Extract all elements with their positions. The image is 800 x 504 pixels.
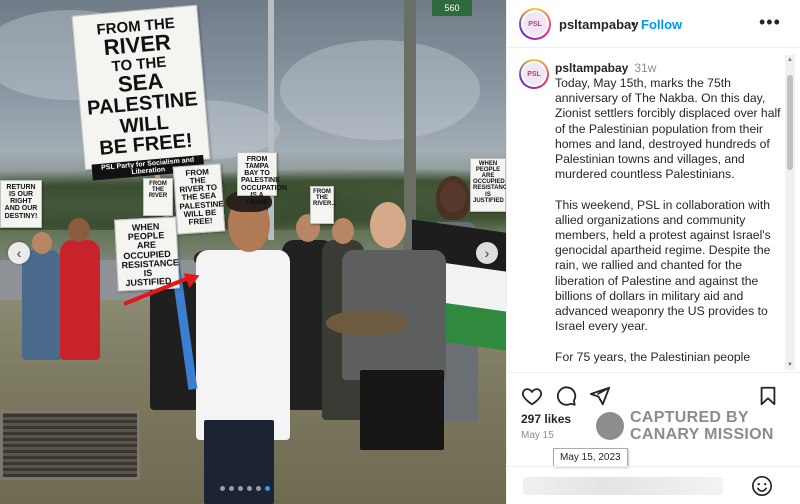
comment-bar — [507, 466, 800, 504]
carousel-dot — [229, 486, 234, 491]
canary-logo-icon — [596, 412, 624, 440]
comment-icon[interactable] — [555, 385, 577, 407]
caption-header: psltampabay 31w — [555, 61, 656, 75]
post-header: PSL psltampabay • Follow ••• — [507, 0, 800, 48]
avatar-logo: PSL — [523, 12, 547, 36]
protest-sign-main: FROM THE RIVER TO THE SEA PALESTINE WILL… — [71, 4, 211, 181]
comment-input[interactable] — [523, 477, 723, 495]
protester-head — [332, 218, 354, 244]
storm-drain — [0, 410, 140, 480]
likes-count[interactable]: 297 likes — [521, 412, 571, 426]
header-username[interactable]: psltampabay — [559, 17, 638, 32]
protester-head — [68, 218, 90, 242]
caption-area[interactable]: PSL psltampabay 31w Today, May 15th, mark… — [507, 49, 800, 369]
post-date[interactable]: May 15 — [521, 430, 554, 441]
protester-pants — [204, 420, 274, 504]
avatar[interactable]: PSL — [519, 8, 551, 40]
scroll-up-icon[interactable]: ▲ — [786, 57, 794, 63]
carousel-next-button[interactable]: › — [476, 242, 498, 264]
more-options-icon[interactable]: ••• — [759, 12, 781, 33]
frame-drum — [326, 310, 408, 336]
protest-sign-occupied: WHEN PEOPLE ARE OCCUPIED RESISTANCE IS J… — [114, 216, 180, 292]
post-time-ago[interactable]: 31w — [634, 61, 656, 75]
protester-head — [32, 232, 52, 254]
protester — [60, 240, 100, 360]
protest-sign-tampa: FROM TAMPA BAY TO PALESTINE OCCUPATION I… — [237, 152, 287, 206]
canary-mission-watermark: CAPTURED BY CANARY MISSION — [596, 408, 796, 448]
protester-head — [370, 202, 406, 248]
cloud — [280, 40, 480, 140]
caption-avatar[interactable]: PSL — [519, 59, 549, 89]
protest-sign-right: WHEN PEOPLE ARE OCCUPIED RESISTANCE IS J… — [470, 158, 506, 212]
carousel-prev-button[interactable]: ‹ — [8, 242, 30, 264]
protest-sign-river: FROM THE RIVER TO THE SEA PALESTINE WILL… — [172, 163, 226, 235]
share-icon[interactable] — [589, 385, 611, 407]
protester — [196, 250, 290, 440]
heart-icon[interactable] — [521, 385, 543, 407]
protest-sign-small: FROM THE RIVER... — [310, 186, 336, 224]
scroll-down-icon[interactable]: ▼ — [786, 362, 794, 368]
watermark-text: CAPTURED BY CANARY MISSION — [630, 409, 774, 443]
carousel-dots — [220, 486, 270, 491]
post-caption: Today, May 15th, marks the 75th annivers… — [555, 76, 781, 364]
emoji-icon[interactable] — [751, 475, 773, 497]
carousel-dot — [220, 486, 225, 491]
carousel-dot — [256, 486, 261, 491]
protester-shorts — [360, 370, 444, 450]
scrollbar-thumb[interactable] — [787, 75, 793, 170]
protest-sign-far: FROM THE RIVER — [143, 178, 173, 216]
protester — [22, 250, 62, 360]
bookmark-icon[interactable] — [757, 385, 779, 407]
protest-sign-return: RETURN IS OUR RIGHT AND OUR DESTINY! — [0, 180, 42, 228]
avatar-logo: PSL — [523, 63, 545, 85]
date-tooltip: May 15, 2023 — [553, 448, 628, 467]
protester-hair — [436, 176, 470, 220]
follow-button[interactable]: Follow — [641, 17, 682, 32]
caption-username[interactable]: psltampabay — [555, 61, 628, 75]
street-sign: 560 — [432, 0, 472, 16]
carousel-dot — [247, 486, 252, 491]
header-separator: • — [631, 16, 636, 31]
carousel-dot — [238, 486, 243, 491]
post-photo[interactable]: 560 FROM THE RIVER TO THE SEA PALESTINE … — [0, 0, 506, 504]
carousel-dot — [265, 486, 270, 491]
caption-scrollbar[interactable]: ▲ ▼ — [785, 55, 795, 370]
